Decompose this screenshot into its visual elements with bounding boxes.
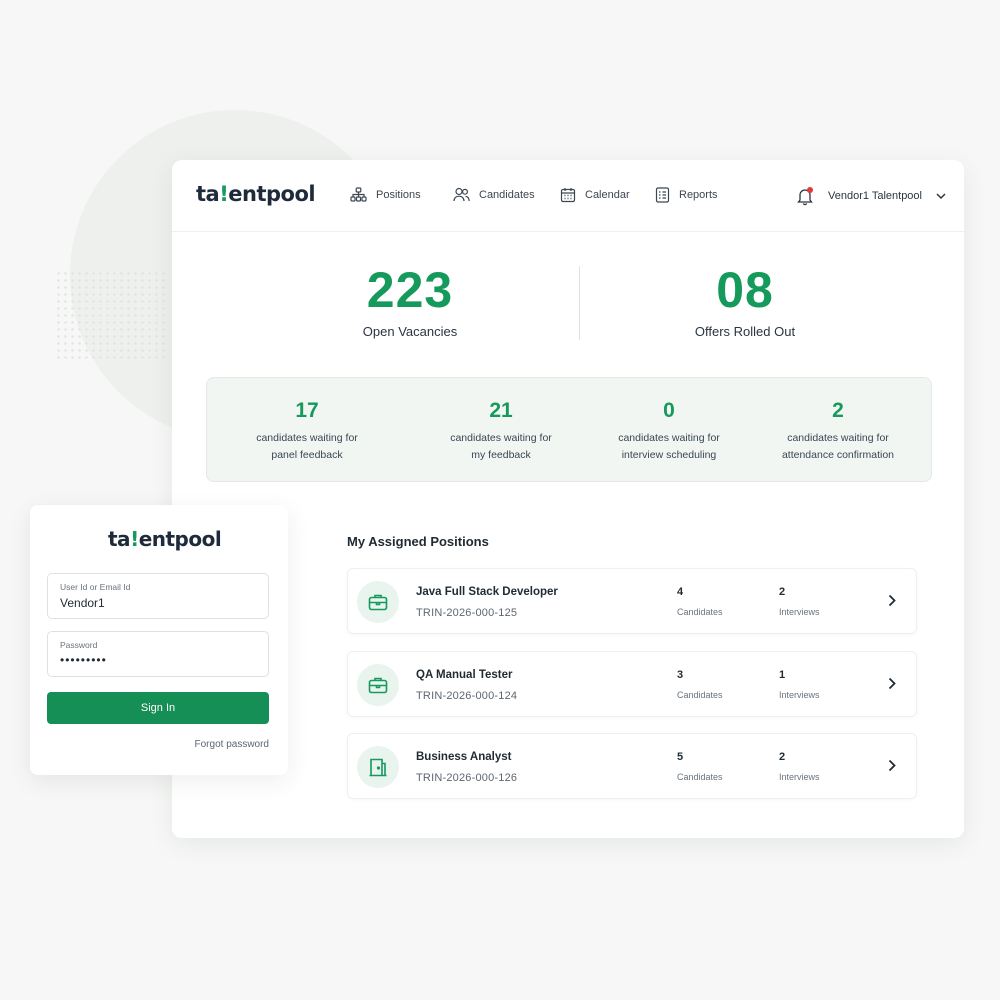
- sitemap-icon: [350, 187, 367, 202]
- stats-divider: [579, 266, 580, 340]
- sign-in-button[interactable]: Sign In: [47, 692, 269, 724]
- open-vacancies-stat: 223 Open Vacancies: [260, 260, 560, 339]
- report-icon: [655, 187, 670, 203]
- waiting-label-line1: candidates waiting for: [618, 432, 720, 444]
- interviews-count: 2: [779, 751, 786, 763]
- position-code: TRIN-2026-000-124: [416, 690, 518, 702]
- waiting-count: 17: [295, 399, 319, 422]
- waiting-count: 2: [832, 399, 844, 422]
- position-title: Business Analyst: [416, 751, 512, 763]
- password-input[interactable]: •••••••••: [60, 653, 260, 667]
- waiting-label-line2: interview scheduling: [621, 449, 717, 461]
- offers-value: 08: [716, 262, 774, 318]
- candidates-count: 3: [677, 669, 684, 681]
- interviews-label: Interviews: [779, 690, 820, 700]
- nav-calendar[interactable]: Calendar: [560, 187, 630, 203]
- waiting-panel-feedback[interactable]: 17 candidates waiting for panel feedback: [222, 398, 392, 464]
- position-candidates: 3 Candidates: [677, 669, 723, 700]
- position-icon-badge: [357, 664, 399, 706]
- waiting-my-feedback[interactable]: 21 candidates waiting for my feedback: [416, 398, 586, 464]
- position-interviews: 1 Interviews: [779, 669, 820, 700]
- position-card-qa[interactable]: QA Manual Tester TRIN-2026-000-124 3 Can…: [347, 651, 917, 717]
- position-code: TRIN-2026-000-126: [416, 772, 518, 784]
- calendar-icon: [560, 188, 576, 203]
- briefcase-icon: [368, 594, 388, 611]
- notification-dot: [807, 187, 813, 193]
- position-icon-badge: [357, 746, 399, 788]
- forgot-password-link[interactable]: Forgot password: [195, 739, 269, 750]
- position-title: QA Manual Tester: [416, 669, 513, 681]
- chevron-right-icon[interactable]: [888, 759, 896, 772]
- offers-label: Offers Rolled Out: [694, 324, 796, 339]
- waiting-label-line1: candidates waiting for: [450, 432, 552, 444]
- position-card-java[interactable]: Java Full Stack Developer TRIN-2026-000-…: [347, 568, 917, 634]
- position-title: Java Full Stack Developer: [416, 586, 558, 598]
- candidates-label: Candidates: [677, 607, 723, 617]
- nav-label: Reports: [679, 189, 718, 201]
- login-logo: ta!entpool: [108, 527, 222, 551]
- login-card: ta!entpool User Id or Email Id Password …: [30, 505, 288, 775]
- user-menu[interactable]: Vendor1 Talentpool: [796, 186, 946, 206]
- interviews-label: Interviews: [779, 607, 820, 617]
- candidates-label: Candidates: [677, 690, 723, 700]
- position-code: TRIN-2026-000-125: [416, 607, 518, 619]
- chevron-right-icon[interactable]: [888, 677, 896, 690]
- candidates-count: 5: [677, 751, 684, 763]
- nav-label: Calendar: [585, 189, 630, 201]
- position-candidates: 4 Candidates: [677, 586, 723, 617]
- users-icon: [453, 187, 470, 202]
- dashboard-card: ta!entpool Positions Candidates Calendar: [172, 160, 964, 838]
- password-field[interactable]: Password •••••••••: [47, 631, 269, 677]
- password-label: Password: [60, 640, 98, 650]
- waiting-attendance-confirmation[interactable]: 2 candidates waiting for attendance conf…: [753, 398, 923, 464]
- candidates-label: Candidates: [677, 772, 723, 782]
- candidates-count: 4: [677, 586, 684, 598]
- waiting-interview-scheduling[interactable]: 0 candidates waiting for interview sched…: [584, 398, 754, 464]
- offers-stat: 08 Offers Rolled Out: [595, 260, 895, 339]
- open-vacancies-label: Open Vacancies: [362, 324, 458, 339]
- interviews-count: 1: [779, 669, 786, 681]
- waiting-label-line1: candidates waiting for: [256, 432, 358, 444]
- background-dot-pattern: [55, 270, 165, 360]
- chevron-down-icon[interactable]: [936, 192, 946, 200]
- chevron-right-icon[interactable]: [888, 594, 896, 607]
- user-id-label: User Id or Email Id: [60, 582, 131, 592]
- notification-button[interactable]: [796, 186, 814, 206]
- waiting-count: 0: [663, 399, 675, 422]
- nav-reports[interactable]: Reports: [655, 187, 718, 203]
- position-icon-badge: [357, 581, 399, 623]
- open-vacancies-value: 223: [366, 262, 454, 318]
- waiting-count: 21: [489, 399, 513, 422]
- user-id-input[interactable]: [60, 596, 260, 610]
- app-logo[interactable]: ta!entpool: [196, 182, 316, 206]
- waiting-summary-panel: 17 candidates waiting for panel feedback…: [206, 377, 932, 482]
- assigned-positions-heading: My Assigned Positions: [347, 534, 489, 549]
- interviews-label: Interviews: [779, 772, 820, 782]
- waiting-label-line1: candidates waiting for: [787, 432, 889, 444]
- waiting-label-line2: attendance confirmation: [781, 449, 895, 461]
- position-interviews: 2 Interviews: [779, 586, 820, 617]
- nav-positions[interactable]: Positions: [350, 187, 421, 202]
- door-icon: [369, 758, 387, 777]
- user-id-field[interactable]: User Id or Email Id: [47, 573, 269, 619]
- nav-label: Candidates: [479, 188, 535, 201]
- top-navigation-bar: ta!entpool Positions Candidates Calendar: [172, 160, 964, 232]
- position-card-ba[interactable]: Business Analyst TRIN-2026-000-126 5 Can…: [347, 733, 917, 799]
- position-candidates: 5 Candidates: [677, 751, 723, 782]
- waiting-label-line2: panel feedback: [271, 449, 343, 461]
- nav-candidates[interactable]: Candidates: [453, 187, 535, 202]
- briefcase-icon: [368, 677, 388, 694]
- interviews-count: 2: [779, 586, 786, 598]
- position-interviews: 2 Interviews: [779, 751, 820, 782]
- user-name: Vendor1 Talentpool: [828, 190, 922, 202]
- nav-label: Positions: [376, 188, 421, 201]
- waiting-label-line2: my feedback: [471, 449, 531, 461]
